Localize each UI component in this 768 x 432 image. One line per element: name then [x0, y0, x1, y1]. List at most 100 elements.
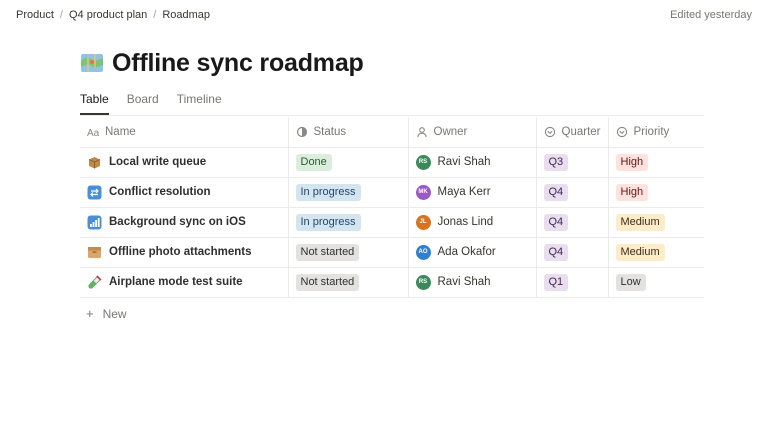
quarter-badge: Q4 [543, 183, 569, 201]
priority-badge: Low [615, 273, 646, 291]
status-badge: Done [295, 153, 332, 171]
cell-status[interactable]: In progress [288, 177, 409, 208]
status-badge: Not started [295, 243, 360, 261]
edited-timestamp: Edited yesterday [670, 9, 752, 21]
cell-name[interactable]: Airplane mode test suite [80, 267, 289, 298]
table-row[interactable]: Conflict resolution In progress MK Maya K… [80, 177, 704, 208]
owner-name: Ada Okafor [437, 246, 496, 258]
cell-owner[interactable]: JL Jonas Lind [408, 207, 537, 238]
status-badge: Not started [295, 273, 360, 291]
breadcrumb-item-roadmap[interactable]: Roadmap [162, 9, 210, 21]
table-row[interactable]: Offline photo attachments Not started AO… [80, 237, 704, 268]
breadcrumb-item-product[interactable]: Product [16, 9, 54, 21]
new-row-button[interactable]: + New [86, 306, 127, 321]
cell-owner[interactable]: RS Ravi Shah [408, 147, 537, 178]
quarter-badge: Q1 [543, 273, 569, 291]
tabs-divider [80, 115, 704, 116]
breadcrumb-item-q4-plan[interactable]: Q4 product plan [69, 9, 147, 21]
column-header-label: Name [105, 125, 136, 138]
cell-priority[interactable]: High [608, 177, 704, 208]
avatar: AO [415, 244, 431, 260]
row-title: Background sync on iOS [109, 216, 246, 228]
cell-name[interactable]: Background sync on iOS [80, 207, 289, 238]
status-badge: In progress [295, 213, 361, 231]
cell-priority[interactable]: High [608, 147, 704, 178]
cell-priority[interactable]: Low [608, 267, 704, 298]
cell-quarter[interactable]: Q1 [536, 267, 609, 298]
column-header-label: Owner [433, 125, 468, 138]
cell-name[interactable]: Offline photo attachments [80, 237, 289, 268]
cell-status[interactable]: Not started [288, 267, 409, 298]
tab-timeline[interactable]: Timeline [177, 92, 222, 115]
owner-name: Ravi Shah [437, 156, 491, 168]
priority-badge: High [615, 183, 649, 201]
person-icon [416, 126, 428, 138]
cell-owner[interactable]: MK Maya Kerr [408, 177, 537, 208]
cell-name[interactable]: Conflict resolution [80, 177, 289, 208]
column-header-priority[interactable]: Priority [608, 117, 704, 148]
quarter-badge: Q4 [543, 243, 569, 261]
breadcrumb-separator: / [153, 9, 157, 21]
quarter-badge: Q3 [543, 153, 569, 171]
select-icon [616, 126, 628, 138]
row-title: Conflict resolution [109, 186, 211, 198]
roadmap-table: Aa Name Status Owner Quarter Priority Lo… [80, 117, 704, 298]
priority-badge: Medium [615, 243, 665, 261]
status-badge: In progress [295, 183, 361, 201]
avatar: RS [415, 274, 431, 290]
owner-name: Jonas Lind [437, 216, 494, 228]
view-tabs: Table Board Timeline [80, 92, 222, 115]
table-header-row: Aa Name Status Owner Quarter Priority [80, 117, 704, 148]
column-header-label: Status [313, 125, 347, 138]
cell-owner[interactable]: AO Ada Okafor [408, 237, 537, 268]
cell-quarter[interactable]: Q4 [536, 237, 609, 268]
select-icon [544, 126, 556, 138]
avatar: MK [415, 184, 431, 200]
priority-badge: High [615, 153, 649, 171]
column-header-status[interactable]: Status [288, 117, 409, 148]
plus-icon: + [86, 306, 94, 321]
cell-quarter[interactable]: Q4 [536, 177, 609, 208]
row-title: Offline photo attachments [109, 246, 252, 258]
cell-priority[interactable]: Medium [608, 207, 704, 238]
table-row[interactable]: Airplane mode test suite Not started RS R… [80, 267, 704, 298]
column-header-quarter[interactable]: Quarter [536, 117, 609, 148]
breadcrumb: Product / Q4 product plan / Roadmap [16, 9, 210, 21]
table-row[interactable]: Local write queue Done RS Ravi Shah Q3 Hi… [80, 147, 704, 178]
tab-table[interactable]: Table [80, 92, 109, 115]
breadcrumb-separator: / [59, 9, 63, 21]
svg-text:Aa: Aa [87, 128, 99, 138]
cell-quarter[interactable]: Q3 [536, 147, 609, 178]
owner-name: Maya Kerr [437, 186, 491, 198]
cell-quarter[interactable]: Q4 [536, 207, 609, 238]
cell-priority[interactable]: Medium [608, 237, 704, 268]
sync-arrows-icon [87, 185, 102, 200]
test-tube-icon [87, 274, 102, 290]
priority-badge: Medium [615, 213, 665, 231]
avatar: JL [415, 214, 431, 230]
cell-name[interactable]: Local write queue [80, 147, 289, 178]
owner-name: Ravi Shah [437, 276, 491, 288]
row-title: Airplane mode test suite [109, 276, 243, 288]
page-header: Offline sync roadmap [80, 46, 364, 80]
text-property-icon: Aa [87, 126, 100, 139]
map-icon[interactable] [80, 51, 104, 75]
page-title: Offline sync roadmap [112, 48, 364, 77]
signal-bars-icon [87, 215, 102, 230]
table-row[interactable]: Background sync on iOS In progress JL Jon… [80, 207, 704, 238]
cell-status[interactable]: In progress [288, 207, 409, 238]
column-header-name[interactable]: Aa Name [80, 117, 289, 148]
quarter-badge: Q4 [543, 213, 569, 231]
cell-status[interactable]: Done [288, 147, 409, 178]
row-title: Local write queue [109, 156, 207, 168]
cell-status[interactable]: Not started [288, 237, 409, 268]
status-icon [296, 126, 308, 138]
cell-owner[interactable]: RS Ravi Shah [408, 267, 537, 298]
package-icon [87, 155, 102, 170]
avatar: RS [415, 154, 431, 170]
top-bar: Product / Q4 product plan / Roadmap Edited y… [0, 0, 768, 32]
column-header-label: Priority [633, 125, 670, 138]
tab-board[interactable]: Board [127, 92, 159, 115]
column-header-owner[interactable]: Owner [408, 117, 537, 148]
new-row-label: New [102, 306, 127, 321]
